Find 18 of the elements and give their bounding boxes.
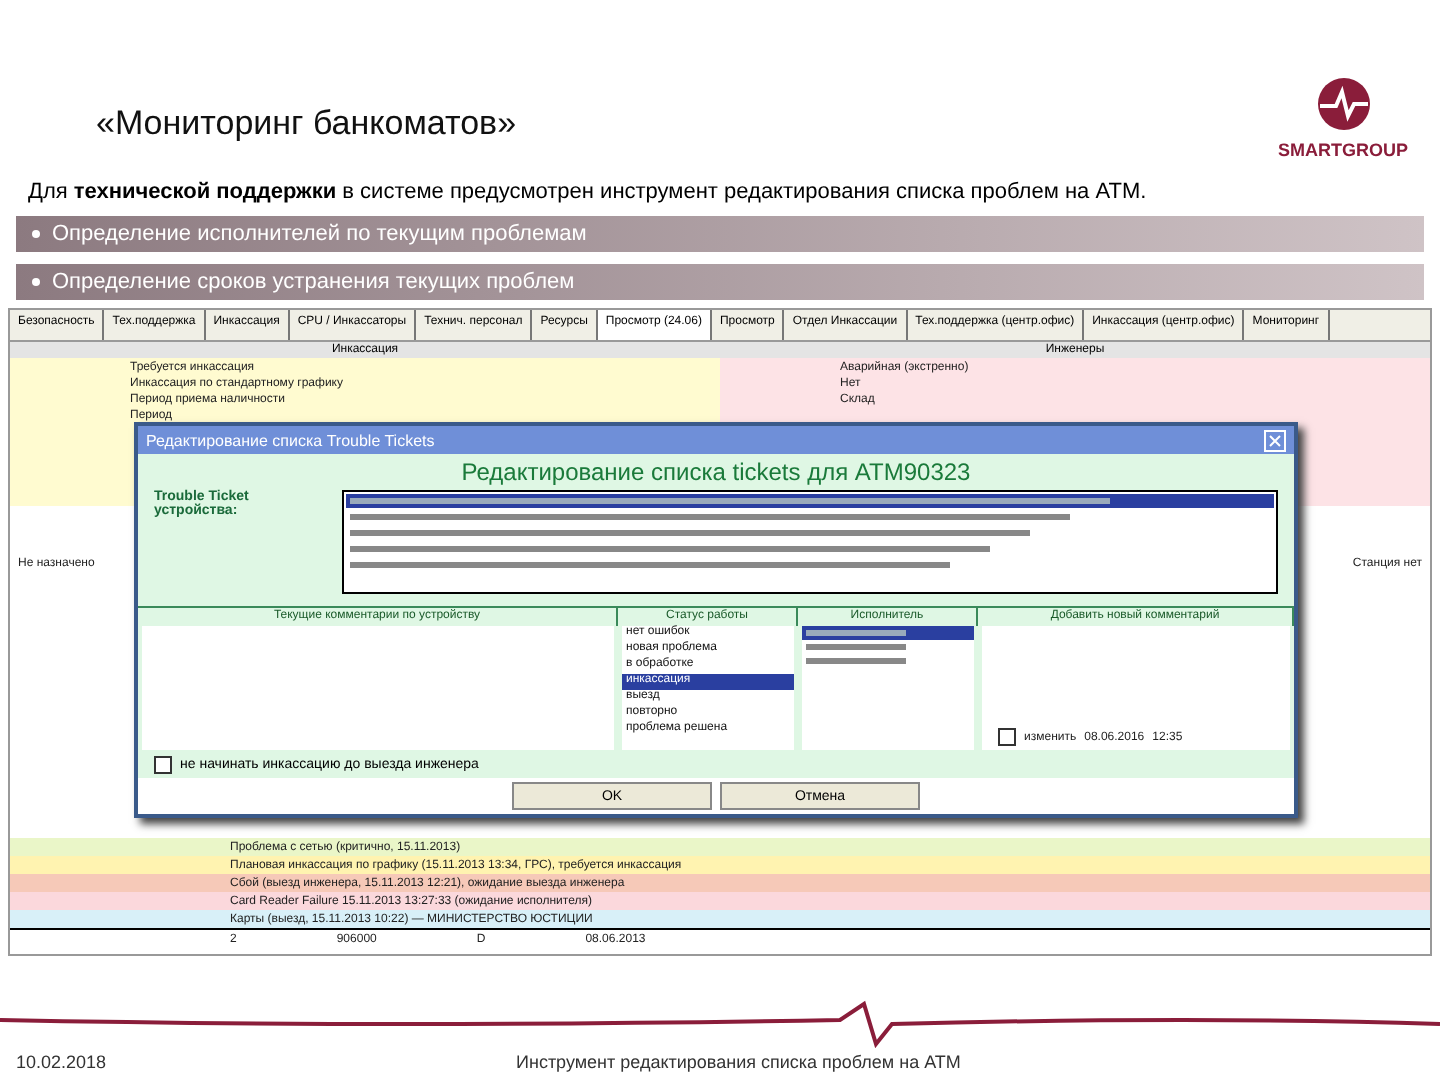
executor-list[interactable] bbox=[802, 626, 974, 750]
swoosh-line-icon bbox=[0, 1000, 1440, 1048]
dialog-title: Редактирование списка Trouble Tickets bbox=[146, 431, 435, 449]
logo-text: SMARTGROUP bbox=[1278, 140, 1408, 160]
checkbox[interactable] bbox=[154, 756, 172, 774]
slide-date: 10.02.2018 bbox=[16, 1052, 109, 1072]
bullet-bar: Определение исполнителей по текущим проблемам bbox=[16, 216, 1424, 252]
checkbox[interactable] bbox=[998, 728, 1016, 746]
ticket-item[interactable] bbox=[346, 494, 1274, 508]
slide-title: «Мониторинг банкоматов» bbox=[96, 104, 517, 144]
executor-item[interactable] bbox=[802, 626, 974, 640]
intro-text: Для технической поддержки в системе предусмотрен инструмент редактирования списка проблем на ATM. bbox=[26, 180, 1149, 204]
slide-footer: Инструмент редактирования списка проблем на ATM bbox=[516, 1052, 961, 1072]
bullet-bar: Определение сроков устранения текущих проблем bbox=[16, 264, 1424, 300]
close-icon[interactable] bbox=[1264, 429, 1286, 451]
ticket-list[interactable] bbox=[342, 490, 1278, 594]
dialog-heading: Редактирование списка tickets для ATM90323 bbox=[459, 456, 973, 490]
logo-icon bbox=[1315, 76, 1371, 132]
